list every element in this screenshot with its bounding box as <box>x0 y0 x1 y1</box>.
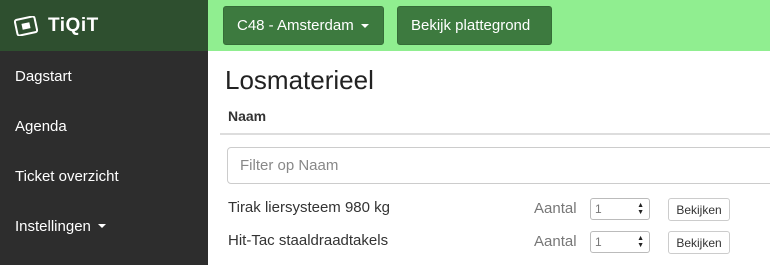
brand[interactable]: TiQiT <box>0 0 208 51</box>
caret-down-icon <box>360 23 369 28</box>
quantity-label: Aantal <box>534 233 577 250</box>
main-content: Losmaterieel Naam Tirak liersysteem 980 … <box>208 51 770 265</box>
sidebar-item-label: Ticket overzicht <box>15 167 119 185</box>
quantity-stepper[interactable]: 1 ▲ ▼ <box>590 231 650 253</box>
list-item: Hit-Tac staaldraadtakels Aantal 1 ▲ ▼ Bek… <box>208 227 770 257</box>
location-label: C48 - Amsterdam <box>237 17 354 34</box>
sidebar-item-instellingen[interactable]: Instellingen <box>0 201 208 251</box>
view-floorplan-label: Bekijk plattegrond <box>411 17 531 34</box>
quantity-label: Aantal <box>534 200 577 217</box>
sidebar-item-label: Instellingen <box>15 217 91 235</box>
sidebar-item-label: Dagstart <box>15 67 72 85</box>
page-title: Losmaterieel <box>225 65 374 95</box>
filter-name-input[interactable] <box>227 147 770 184</box>
quantity-value: 1 <box>595 235 602 249</box>
view-floorplan-button[interactable]: Bekijk plattegrond <box>397 6 552 45</box>
location-dropdown-button[interactable]: C48 - Amsterdam <box>223 6 384 45</box>
topbar: C48 - Amsterdam Bekijk plattegrond <box>208 0 770 51</box>
quantity-value: 1 <box>595 202 602 216</box>
sidebar: TiQiT Dagstart Agenda Ticket overzicht I… <box>0 0 208 265</box>
spinner-icon: ▲ ▼ <box>637 202 644 216</box>
sidebar-item-agenda[interactable]: Agenda <box>0 101 208 151</box>
header-divider <box>220 133 770 135</box>
ticket-icon <box>14 15 38 36</box>
sidebar-item-label: Agenda <box>15 117 67 135</box>
quantity-stepper[interactable]: 1 ▲ ▼ <box>590 198 650 220</box>
column-header-name[interactable]: Naam <box>228 108 266 124</box>
item-name: Hit-Tac staaldraadtakels <box>228 232 389 249</box>
spinner-icon: ▲ ▼ <box>637 235 644 249</box>
app-name: TiQiT <box>48 14 99 36</box>
view-item-button[interactable]: Bekijken <box>668 198 730 221</box>
caret-down-icon <box>97 224 106 228</box>
sidebar-item-dagstart[interactable]: Dagstart <box>0 51 208 101</box>
item-name: Tirak liersysteem 980 kg <box>228 199 390 216</box>
list-item: Tirak liersysteem 980 kg Aantal 1 ▲ ▼ Bek… <box>208 194 770 224</box>
view-item-button[interactable]: Bekijken <box>668 231 730 254</box>
sidebar-item-ticket-overzicht[interactable]: Ticket overzicht <box>0 151 208 201</box>
